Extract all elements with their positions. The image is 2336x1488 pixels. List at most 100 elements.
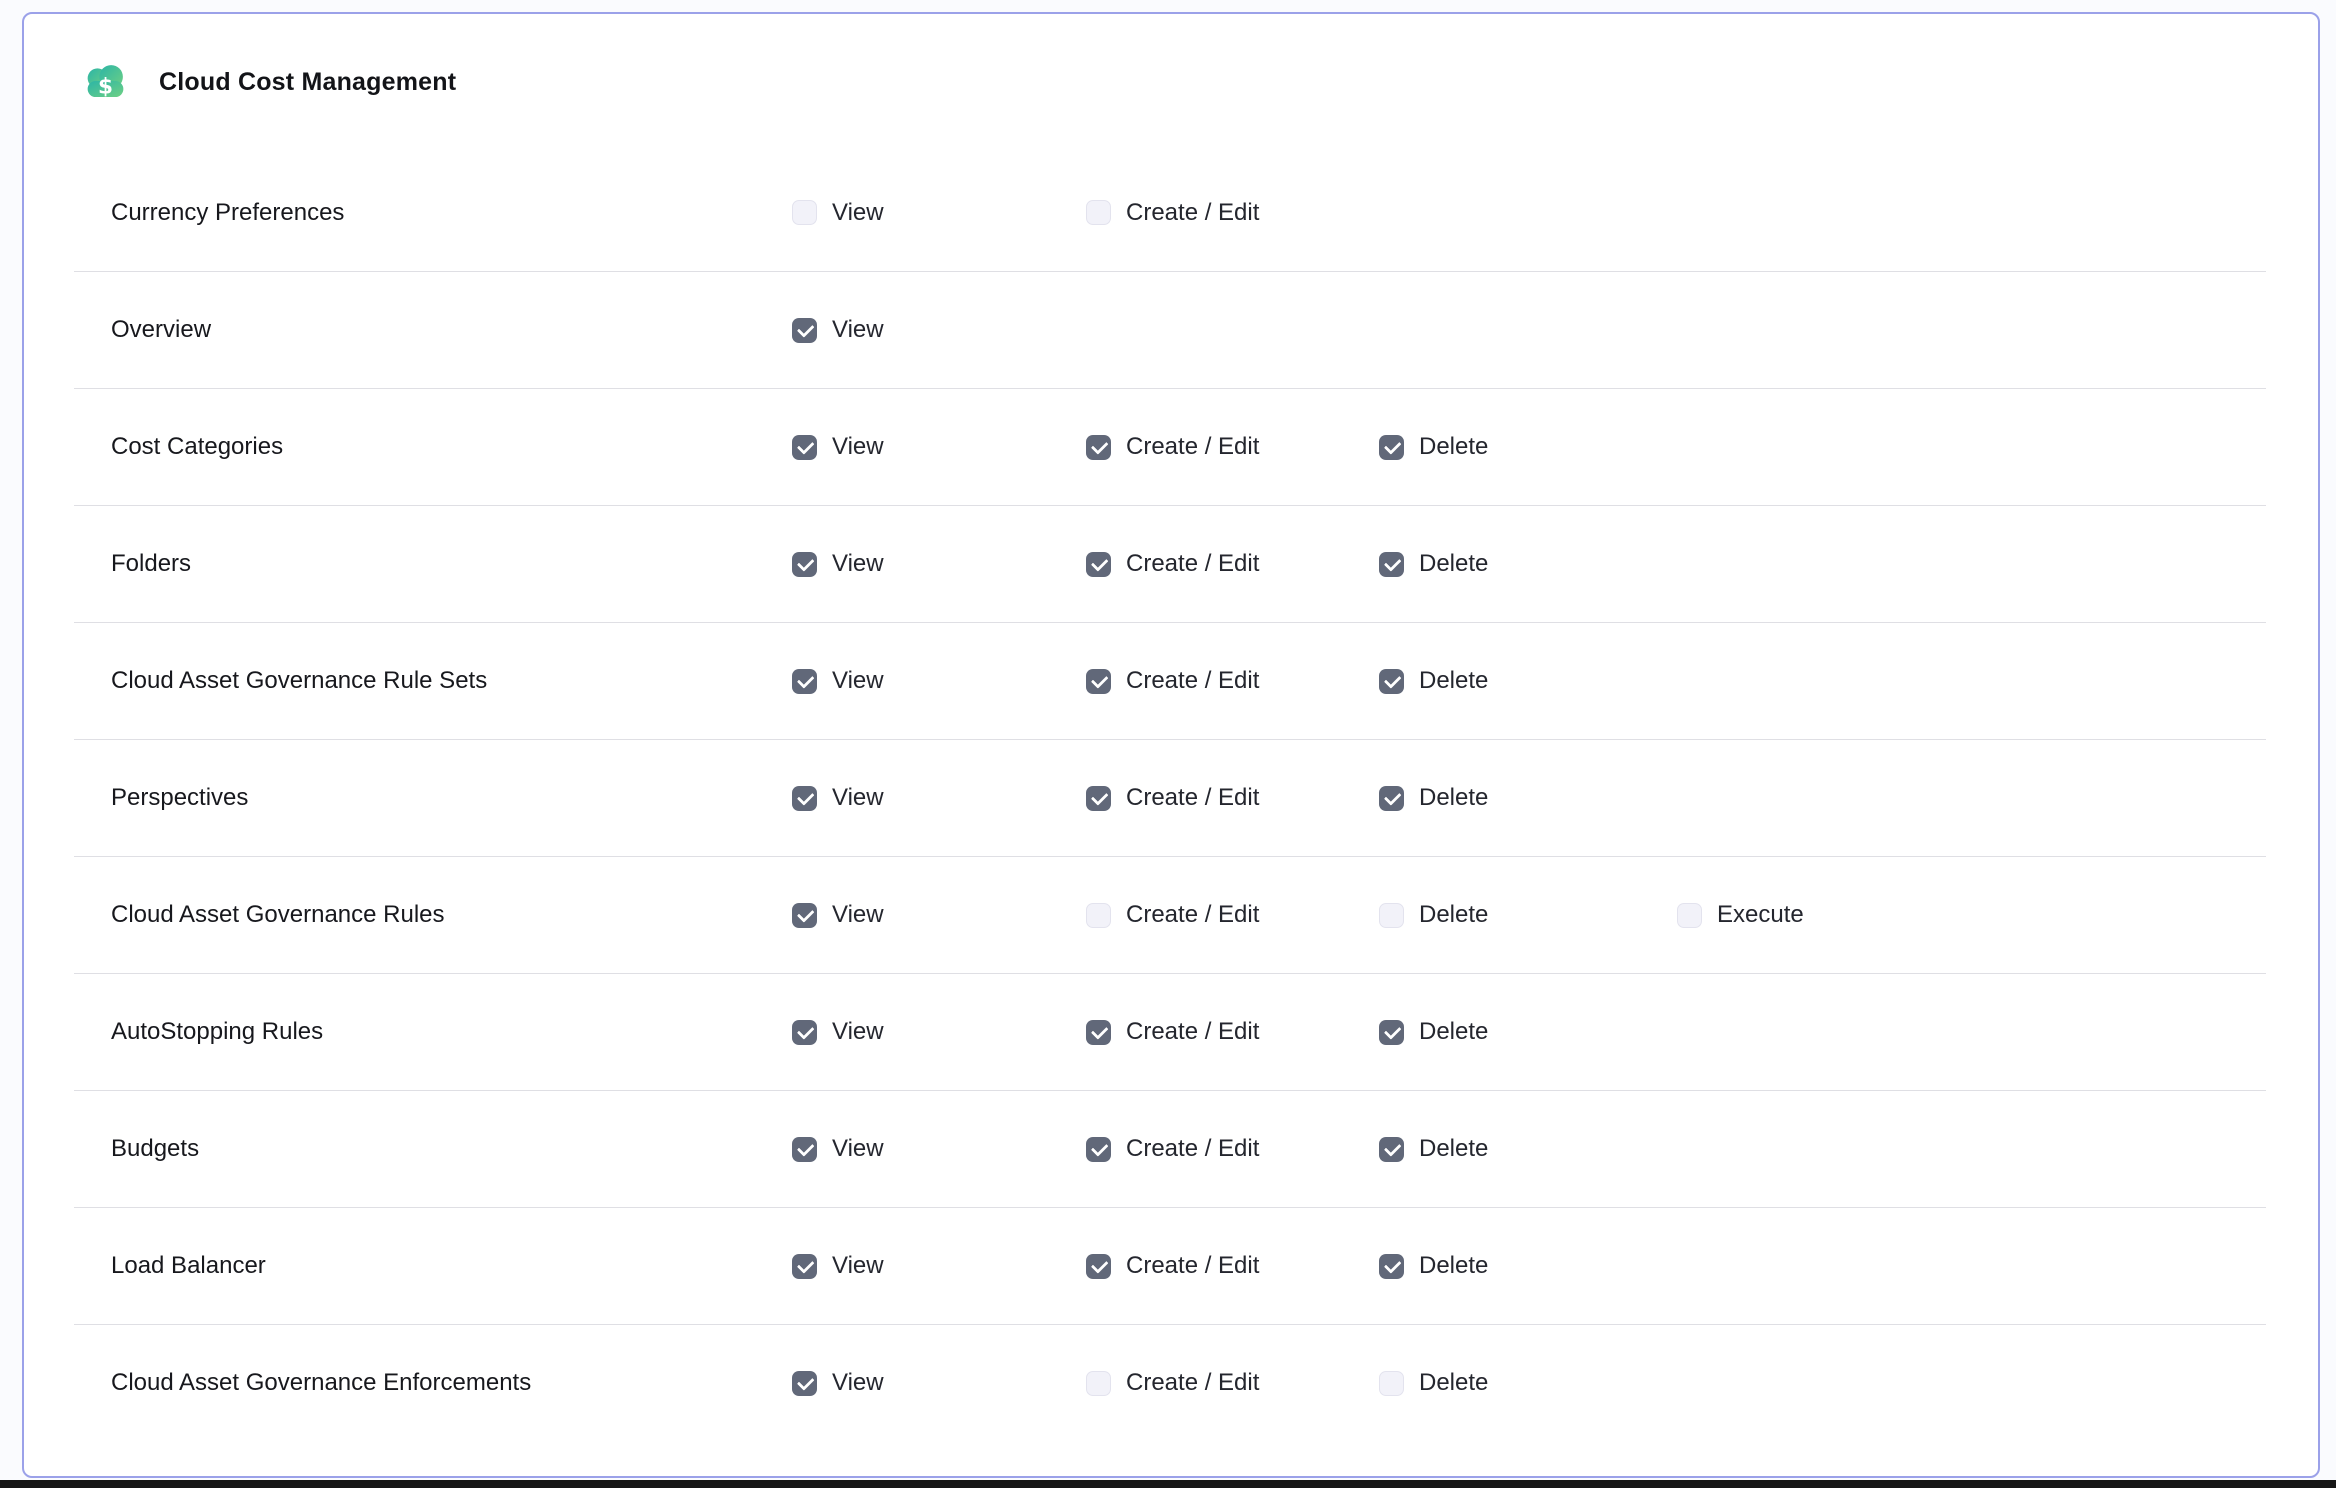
window-bottom-edge: [0, 1480, 2336, 1488]
permission-cell-create-edit: Create / Edit: [1086, 433, 1379, 461]
create-edit-checkbox[interactable]: [1086, 1020, 1111, 1045]
permission-cell-delete: Delete: [1379, 1369, 1677, 1397]
view-label: View: [832, 433, 884, 461]
permission-cell-view: View: [792, 667, 1086, 695]
create-edit-label: Create / Edit: [1126, 667, 1259, 695]
view-checkbox[interactable]: [792, 1254, 817, 1279]
view-label: View: [832, 784, 884, 812]
create-edit-label: Create / Edit: [1126, 1135, 1259, 1163]
permission-cell-create-edit: Create / Edit: [1086, 550, 1379, 578]
create-edit-checkbox[interactable]: [1086, 435, 1111, 460]
delete-checkbox[interactable]: [1379, 903, 1404, 928]
permission-cell-delete: Delete: [1379, 901, 1677, 929]
create-edit-checkbox[interactable]: [1086, 200, 1111, 225]
permission-row: Perspectives View Create / Edit Delete: [74, 739, 2266, 856]
create-edit-label: Create / Edit: [1126, 199, 1259, 227]
view-label: View: [832, 901, 884, 929]
create-edit-checkbox[interactable]: [1086, 1137, 1111, 1162]
view-checkbox[interactable]: [792, 318, 817, 343]
delete-label: Delete: [1419, 1018, 1488, 1046]
create-edit-checkbox[interactable]: [1086, 1371, 1111, 1396]
create-edit-checkbox[interactable]: [1086, 669, 1111, 694]
resource-name: Overview: [111, 316, 792, 344]
permission-row: FoldersViewCreate / EditDelete: [74, 505, 2266, 622]
create-edit-label: Create / Edit: [1126, 1018, 1259, 1046]
view-label: View: [832, 1369, 884, 1397]
permission-row: Budgets View Create / Edit Delete: [74, 1090, 2266, 1207]
cloud-dollar-icon: $: [82, 61, 129, 103]
permission-cell-view: View: [792, 1018, 1086, 1046]
page-title: Cloud Cost Management: [159, 68, 456, 97]
permission-cell-view: View: [792, 901, 1086, 929]
view-checkbox[interactable]: [792, 903, 817, 928]
create-edit-checkbox[interactable]: [1086, 903, 1111, 928]
resource-name: Perspectives: [111, 784, 792, 812]
view-checkbox[interactable]: [792, 1371, 817, 1396]
delete-checkbox[interactable]: [1379, 1137, 1404, 1162]
permission-cell-delete: Delete: [1379, 433, 1677, 461]
permission-row: Cloud Asset Governance Rule SetsViewCrea…: [74, 622, 2266, 739]
delete-label: Delete: [1419, 667, 1488, 695]
view-checkbox[interactable]: [792, 1137, 817, 1162]
permission-cell-delete: Delete: [1379, 550, 1677, 578]
delete-checkbox[interactable]: [1379, 1371, 1404, 1396]
view-label: View: [832, 1135, 884, 1163]
dollar-glyph: $: [98, 75, 113, 100]
view-checkbox[interactable]: [792, 1020, 817, 1045]
view-label: View: [832, 550, 884, 578]
permission-row: Currency PreferencesViewCreate / Edit: [74, 154, 2266, 271]
resource-name: Cloud Asset Governance Rules: [111, 901, 792, 929]
delete-checkbox[interactable]: [1379, 786, 1404, 811]
delete-checkbox[interactable]: [1379, 1254, 1404, 1279]
view-label: View: [832, 316, 884, 344]
resource-name: Budgets: [111, 1135, 792, 1163]
permission-row: Cost Categories View Create / EditDelete: [74, 388, 2266, 505]
permission-row: AutoStopping RulesViewCreate / EditDelet…: [74, 973, 2266, 1090]
permission-cell-view: View: [792, 316, 1086, 344]
permission-cell-delete: Delete: [1379, 1252, 1677, 1280]
delete-label: Delete: [1419, 1252, 1488, 1280]
permission-cell-view: View: [792, 1369, 1086, 1397]
delete-label: Delete: [1419, 1135, 1488, 1163]
delete-checkbox[interactable]: [1379, 552, 1404, 577]
permission-cell-view: View: [792, 1252, 1086, 1280]
create-edit-checkbox[interactable]: [1086, 1254, 1111, 1279]
create-edit-checkbox[interactable]: [1086, 786, 1111, 811]
delete-label: Delete: [1419, 1369, 1488, 1397]
view-checkbox[interactable]: [792, 200, 817, 225]
resource-name: Cost Categories: [111, 433, 792, 461]
permission-cell-view: View: [792, 433, 1086, 461]
delete-checkbox[interactable]: [1379, 669, 1404, 694]
execute-label: Execute: [1717, 901, 1804, 929]
permission-cell-delete: Delete: [1379, 667, 1677, 695]
permission-cell-view: View: [792, 1135, 1086, 1163]
resource-name: Load Balancer: [111, 1252, 792, 1280]
create-edit-label: Create / Edit: [1126, 784, 1259, 812]
delete-label: Delete: [1419, 784, 1488, 812]
execute-checkbox[interactable]: [1677, 903, 1702, 928]
permission-cell-create-edit: Create / Edit: [1086, 667, 1379, 695]
resource-name: Cloud Asset Governance Enforcements: [111, 1369, 792, 1397]
view-checkbox[interactable]: [792, 669, 817, 694]
permission-cell-create-edit: Create / Edit: [1086, 1018, 1379, 1046]
permission-cell-delete: Delete: [1379, 784, 1677, 812]
view-label: View: [832, 1018, 884, 1046]
view-checkbox[interactable]: [792, 786, 817, 811]
permission-cell-view: View: [792, 784, 1086, 812]
permission-cell-view: View: [792, 550, 1086, 578]
delete-label: Delete: [1419, 550, 1488, 578]
resource-name: Currency Preferences: [111, 199, 792, 227]
view-checkbox[interactable]: [792, 552, 817, 577]
delete-checkbox[interactable]: [1379, 435, 1404, 460]
permission-cell-execute: Execute: [1677, 901, 1997, 929]
delete-label: Delete: [1419, 901, 1488, 929]
create-edit-checkbox[interactable]: [1086, 552, 1111, 577]
view-checkbox[interactable]: [792, 435, 817, 460]
delete-checkbox[interactable]: [1379, 1020, 1404, 1045]
permission-cell-create-edit: Create / Edit: [1086, 1369, 1379, 1397]
permission-cell-create-edit: Create / Edit: [1086, 1135, 1379, 1163]
permission-cell-create-edit: Create / Edit: [1086, 1252, 1379, 1280]
permission-cell-create-edit: Create / Edit: [1086, 199, 1379, 227]
permission-cell-delete: Delete: [1379, 1135, 1677, 1163]
create-edit-label: Create / Edit: [1126, 901, 1259, 929]
